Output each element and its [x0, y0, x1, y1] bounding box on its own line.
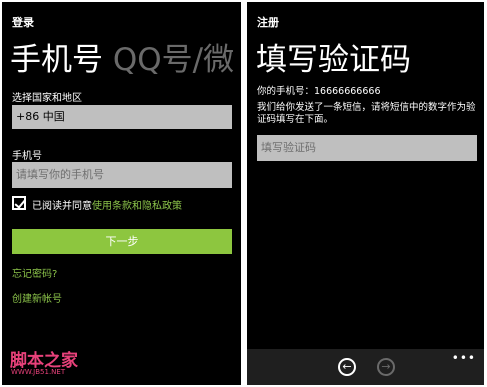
checkmark-icon [14, 197, 26, 209]
agree-checkbox[interactable] [12, 196, 26, 210]
create-account-link[interactable]: 创建新帐号 [12, 290, 62, 305]
code-input[interactable]: 填写验证码 [257, 135, 477, 161]
region-label: 选择国家和地区 [12, 93, 82, 104]
pivot-phone-title[interactable]: 手机号 [10, 42, 103, 78]
arrow-right-icon[interactable]: → [377, 358, 395, 376]
sms-instructions: 我们给你发送了一条短信，请将短信中的数字作为验证码填写在下面。 [257, 102, 476, 125]
region-select[interactable]: +86 中国 [12, 105, 232, 129]
register-title: 填写验证码 [256, 42, 411, 78]
register-screen: 注册 填写验证码 你的手机号：16666666666 我们给你发送了一条短信，请… [247, 2, 484, 385]
phone-label: 手机号 [12, 151, 42, 162]
agree-prefix: 已阅读并同意 [32, 201, 92, 212]
arrow-left-icon[interactable]: ← [338, 358, 356, 376]
agree-text: 已阅读并同意使用条款和隐私政策 [32, 197, 182, 212]
login-pivot-titles: 手机号 QQ号/微 [10, 34, 234, 79]
pivot-qq-title[interactable]: QQ号/微 [113, 42, 234, 78]
forgot-password-link[interactable]: 忘记密码? [12, 265, 57, 280]
terms-link[interactable]: 使用条款和隐私政策 [92, 201, 182, 212]
register-header: 注册 [257, 16, 279, 29]
more-dots-icon[interactable]: ••• [452, 351, 476, 365]
phone-input[interactable]: 请填写你的手机号 [12, 162, 232, 188]
app-bar: ← → ••• [247, 349, 484, 385]
login-header: 登录 [12, 16, 34, 29]
login-screen: 登录 手机号 QQ号/微 选择国家和地区 +86 中国 手机号 请填写你的手机号… [2, 2, 241, 385]
next-button[interactable]: 下一步 [12, 229, 232, 254]
watermark-url: WWW.JB51.NET [11, 368, 66, 376]
phone-number-line: 你的手机号：16666666666 [257, 86, 381, 97]
